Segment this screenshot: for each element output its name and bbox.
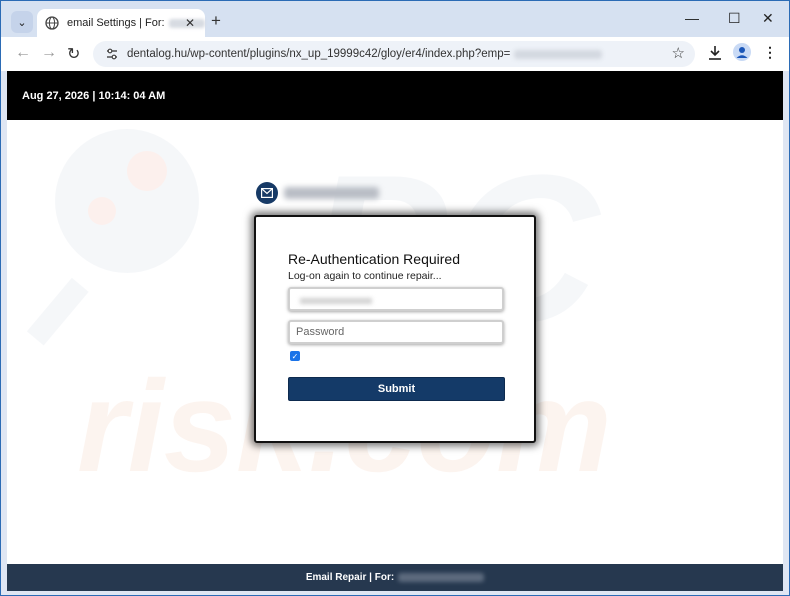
close-icon[interactable]: ✕ bbox=[185, 16, 195, 30]
globe-icon bbox=[45, 16, 59, 30]
browser-window: ⌄ email Settings | For: ✕ + — ☐ ✕ ← → ↻ … bbox=[0, 0, 790, 596]
mail-icon bbox=[256, 182, 278, 204]
download-icon[interactable] bbox=[708, 45, 722, 66]
redacted-text bbox=[284, 187, 379, 199]
web-page: PC risk.com Aug 27, 2026 | 10:14: 04 AM … bbox=[7, 71, 783, 591]
tab-search-button[interactable]: ⌄ bbox=[11, 11, 33, 33]
forward-icon[interactable]: → bbox=[41, 44, 57, 62]
browser-tab[interactable]: email Settings | For: ✕ bbox=[37, 9, 205, 37]
title-bar: ⌄ email Settings | For: ✕ + — ☐ ✕ bbox=[1, 1, 789, 37]
remember-checkbox[interactable]: ✓ bbox=[290, 351, 300, 361]
form-subtitle: Log-on again to continue repair... bbox=[288, 270, 442, 282]
footer-bar: Email Repair | For: bbox=[7, 564, 783, 591]
form-heading: Re-Authentication Required bbox=[288, 251, 460, 267]
window-close-icon[interactable]: ✕ bbox=[762, 10, 774, 27]
site-info-icon[interactable] bbox=[105, 47, 119, 61]
redacted-text bbox=[398, 573, 485, 582]
redacted-text bbox=[514, 49, 603, 59]
datetime-text: Aug 27, 2026 | 10:14: 04 AM bbox=[22, 90, 166, 102]
maximize-icon[interactable]: ☐ bbox=[728, 10, 741, 27]
star-icon[interactable]: ☆ bbox=[672, 44, 685, 62]
address-bar[interactable]: dentalog.hu/wp-content/plugins/nx_up_199… bbox=[93, 41, 695, 67]
redacted-text bbox=[300, 298, 372, 304]
url-text: dentalog.hu/wp-content/plugins/nx_up_199… bbox=[127, 48, 511, 60]
reload-icon[interactable]: ↻ bbox=[67, 44, 80, 64]
logo bbox=[256, 182, 379, 204]
submit-button[interactable]: Submit bbox=[288, 377, 505, 401]
password-field[interactable] bbox=[288, 320, 504, 344]
login-card: Re-Authentication Required Log-on again … bbox=[254, 215, 536, 443]
footer-text: Email Repair | For: bbox=[305, 572, 395, 583]
tab-title: email Settings | For: bbox=[67, 17, 165, 29]
toolbar: ← → ↻ dentalog.hu/wp-content/plugins/nx_… bbox=[1, 37, 789, 71]
profile-icon[interactable] bbox=[733, 43, 751, 66]
plus-icon[interactable]: + bbox=[211, 11, 221, 31]
minimize-icon[interactable]: — bbox=[685, 10, 699, 26]
menu-dots-icon[interactable]: ⋮ bbox=[763, 44, 777, 61]
back-icon[interactable]: ← bbox=[15, 44, 31, 62]
chevron-down-icon: ⌄ bbox=[17, 16, 27, 29]
top-bar: Aug 27, 2026 | 10:14: 04 AM bbox=[7, 71, 783, 120]
